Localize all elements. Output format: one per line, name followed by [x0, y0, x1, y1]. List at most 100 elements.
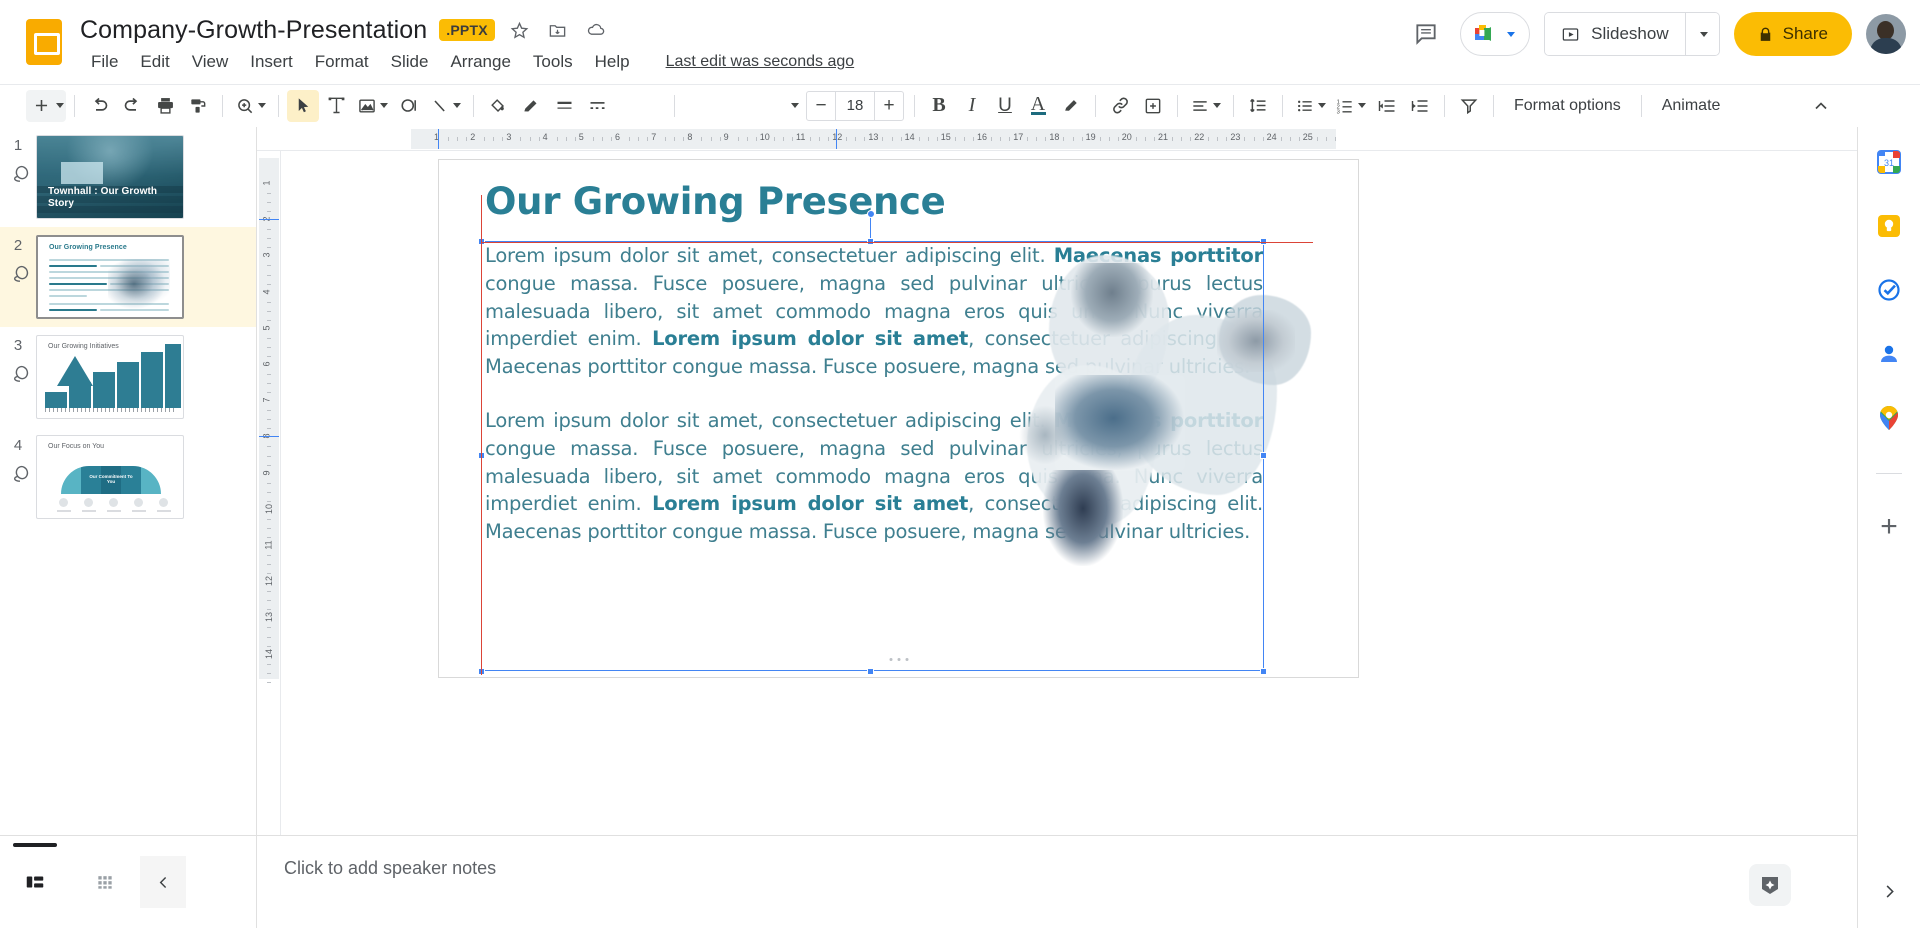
move-to-folder-icon[interactable]	[545, 17, 571, 43]
avatar[interactable]	[1866, 14, 1906, 54]
align-button[interactable]	[1186, 90, 1225, 122]
line-button[interactable]	[426, 90, 465, 122]
ruler-minor-tick	[566, 137, 567, 141]
horizontal-ruler[interactable]: 1234567891011121314151617181920212223242…	[257, 127, 1857, 151]
explore-button[interactable]	[1749, 864, 1791, 906]
clear-formatting-button[interactable]	[1453, 90, 1485, 122]
ruler-indent-marker[interactable]	[259, 219, 279, 220]
bulleted-list-button[interactable]	[1291, 90, 1330, 122]
ruler-indent-marker[interactable]	[438, 129, 439, 149]
slide-thumbnail-3[interactable]: Our Growing Initiatives	[36, 335, 184, 419]
slide-title[interactable]: Our Growing Presence	[485, 180, 945, 223]
font-size-input[interactable]: 18	[835, 92, 875, 120]
underline-button[interactable]: U	[989, 90, 1021, 122]
google-keep-icon[interactable]	[1876, 213, 1902, 239]
decrease-indent-button[interactable]	[1371, 90, 1403, 122]
slide-filmstrip[interactable]: 1 Townhall : Our Growth Story 2	[0, 127, 257, 835]
resize-handle-mid-right[interactable]	[1260, 452, 1267, 459]
collapse-filmstrip-button[interactable]	[140, 856, 186, 908]
resize-handle-bottom-center[interactable]	[867, 668, 874, 675]
google-meet-button[interactable]	[1460, 12, 1530, 56]
zoom-button[interactable]	[231, 90, 270, 122]
google-contacts-icon[interactable]	[1876, 341, 1902, 367]
increase-indent-button[interactable]	[1404, 90, 1436, 122]
vertical-ruler[interactable]: 1234567891011121314	[257, 151, 281, 835]
filmstrip-slide-2[interactable]: 2 Our Growing Presence	[0, 227, 256, 327]
speaker-notes-placeholder[interactable]: Click to add speaker notes	[284, 858, 496, 879]
google-calendar-icon[interactable]: 31	[1876, 149, 1902, 175]
new-slide-button[interactable]	[26, 90, 66, 122]
animate-button[interactable]: Animate	[1650, 90, 1733, 122]
expand-side-panel-button[interactable]	[1874, 876, 1904, 906]
menu-insert[interactable]: Insert	[239, 50, 304, 74]
rotation-handle[interactable]	[867, 210, 875, 218]
google-tasks-icon[interactable]	[1876, 277, 1902, 303]
bold-button[interactable]: B	[923, 90, 955, 122]
insert-image-button[interactable]	[353, 90, 392, 122]
slideshow-button[interactable]: Slideshow	[1545, 13, 1685, 55]
border-weight-button[interactable]	[548, 90, 580, 122]
highlight-button[interactable]	[1055, 90, 1087, 122]
print-button[interactable]	[149, 90, 181, 122]
redo-button[interactable]	[116, 90, 148, 122]
menu-slide[interactable]: Slide	[380, 50, 440, 74]
star-icon[interactable]	[507, 17, 533, 43]
slide-thumbnail-4[interactable]: Our Focus on You Our Commitment To You	[36, 435, 184, 519]
menu-edit[interactable]: Edit	[129, 50, 180, 74]
undo-button[interactable]	[83, 90, 115, 122]
ruler-minor-tick	[267, 229, 271, 230]
slide-stage[interactable]: Our Growing Presence Lorem ipsum dolor s…	[281, 151, 1857, 835]
selection-box[interactable]	[481, 241, 1264, 671]
font-family-dropdown[interactable]	[683, 90, 803, 122]
print-icon	[155, 95, 176, 116]
text-color-button[interactable]: A	[1022, 90, 1054, 122]
slide-thumbnail-2[interactable]: Our Growing Presence	[36, 235, 184, 319]
fill-color-button[interactable]	[482, 90, 514, 122]
paint-format-button[interactable]	[182, 90, 214, 122]
insert-link-button[interactable]	[1104, 90, 1136, 122]
numbered-list-button[interactable]: 123	[1331, 90, 1370, 122]
border-color-button[interactable]	[515, 90, 547, 122]
slide-thumbnail-1[interactable]: Townhall : Our Growth Story	[36, 135, 184, 219]
page-title[interactable]: Company-Growth-Presentation	[80, 16, 427, 45]
menu-format[interactable]: Format	[304, 50, 380, 74]
add-comment-button[interactable]	[1137, 90, 1169, 122]
filmstrip-view-button[interactable]	[0, 856, 70, 908]
ruler-indent-marker[interactable]	[259, 436, 279, 437]
italic-button[interactable]: I	[956, 90, 988, 122]
decrease-font-size-button[interactable]: −	[807, 92, 835, 120]
ruler-minor-tick	[1100, 137, 1101, 141]
share-button[interactable]: Share	[1734, 12, 1852, 56]
filmstrip-slide-4[interactable]: 4 Our Focus on You Our Commitment To You	[0, 427, 256, 527]
cloud-saved-icon[interactable]	[583, 17, 609, 43]
ruler-tick-label: 25	[1303, 132, 1313, 142]
collapse-toolbar-button[interactable]	[1805, 90, 1837, 122]
add-addon-button[interactable]: +	[1874, 512, 1904, 542]
menu-tools[interactable]: Tools	[522, 50, 584, 74]
ruler-minor-tick	[828, 137, 829, 141]
menu-file[interactable]: File	[80, 50, 129, 74]
select-tool-button[interactable]	[287, 90, 319, 122]
textbox-button[interactable]	[320, 90, 352, 122]
slideshow-dropdown-button[interactable]	[1685, 13, 1719, 55]
google-maps-icon[interactable]	[1876, 405, 1902, 431]
grid-view-button[interactable]	[70, 856, 140, 908]
border-dash-button[interactable]	[581, 90, 613, 122]
shape-button[interactable]	[393, 90, 425, 122]
meet-caret-icon[interactable]	[1507, 32, 1515, 37]
ruler-minor-tick	[267, 202, 271, 203]
ruler-indent-marker[interactable]	[836, 129, 837, 149]
last-edit-status[interactable]: Last edit was seconds ago	[666, 53, 855, 71]
resize-handle-bottom-right[interactable]	[1260, 668, 1267, 675]
ruler-minor-tick	[267, 338, 271, 339]
line-spacing-button[interactable]	[1242, 90, 1274, 122]
comment-history-icon[interactable]	[1406, 14, 1446, 54]
menu-arrange[interactable]: Arrange	[439, 50, 521, 74]
filmstrip-slide-1[interactable]: 1 Townhall : Our Growth Story	[0, 127, 256, 227]
filmstrip-slide-3[interactable]: 3 Our Growing Initiatives	[0, 327, 256, 427]
format-options-button[interactable]: Format options	[1502, 90, 1633, 122]
menu-view[interactable]: View	[181, 50, 240, 74]
menu-help[interactable]: Help	[584, 50, 641, 74]
speaker-notes-pane[interactable]: Click to add speaker notes	[257, 835, 1857, 928]
increase-font-size-button[interactable]: +	[875, 92, 903, 120]
